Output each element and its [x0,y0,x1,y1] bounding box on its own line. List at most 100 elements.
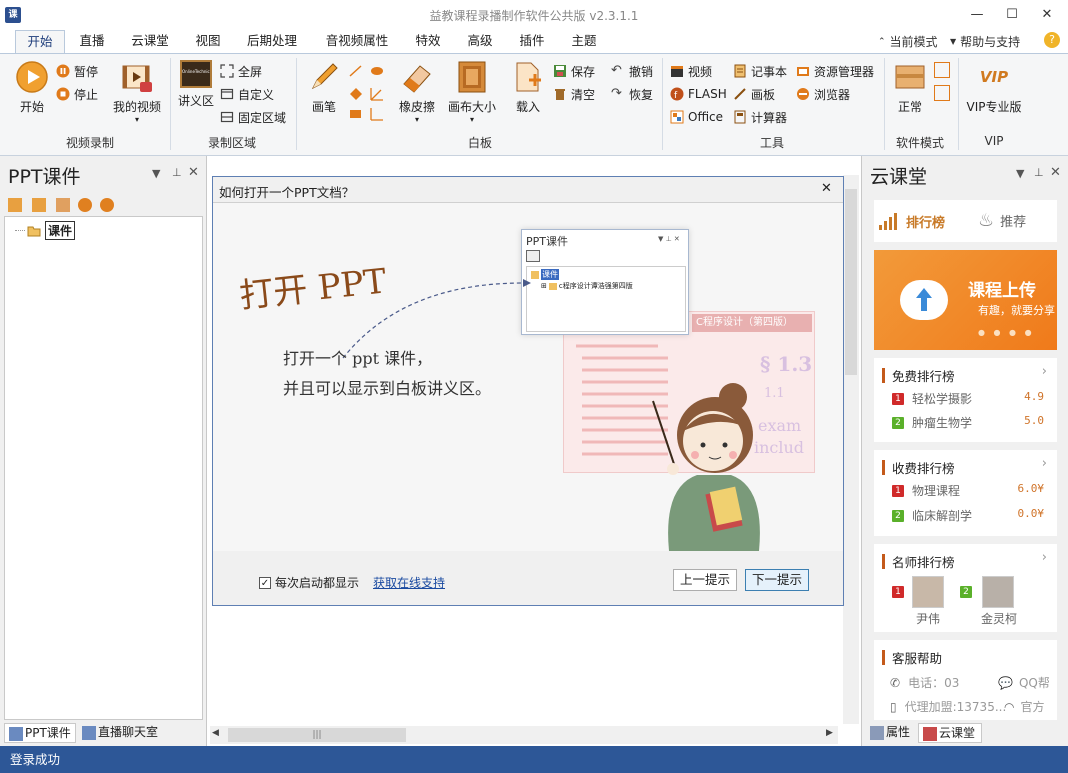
tab-start[interactable]: 开始 [15,30,65,54]
pane-menu-icon[interactable]: ▼ [152,167,160,180]
tab-properties[interactable]: 属性 [866,723,916,743]
dialog-close-icon[interactable]: ✕ [821,181,832,196]
rank-score: 4.9 [1024,390,1044,403]
rank-row[interactable]: 2 肿瘤生物学 5.0 [892,414,1044,430]
pane-menu-icon[interactable]: ▼ [1016,167,1024,180]
save-label: 保存 [571,64,596,79]
prev-tip-button[interactable]: 上一提示 [673,569,737,591]
minimize-button[interactable]: — [960,4,994,26]
fullscreen-button[interactable]: 全屏 [220,62,262,80]
tab-ppt-courseware[interactable]: PPT课件 [4,723,76,743]
tool-calculator-button[interactable]: 计算器 [733,108,787,126]
my-video-button[interactable]: 我的视频 ▾ [110,60,164,124]
tool-explorer-button[interactable]: 资源管理器 [796,62,874,80]
close-button[interactable]: ✕ [1030,4,1064,26]
vip-pro-button[interactable]: VIP VIP专业版 [964,60,1024,115]
save-button[interactable]: 保存 [553,62,595,80]
show-on-startup-checkbox[interactable]: ✓ 每次启动都显示 [259,574,359,591]
close-pane-icon[interactable]: ✕ [1050,165,1061,180]
tree-root-node[interactable]: 课件 [15,221,76,240]
horizontal-scrollbar[interactable]: ◀ ||| ▶ [210,726,838,744]
redo-button[interactable]: ↷ 恢复 [611,85,653,103]
tab-live-chat[interactable]: 直播聊天室 [78,723,166,743]
tool-flash-button[interactable]: f FLASH [670,85,727,103]
tool-browser-button[interactable]: 浏览器 [796,85,850,103]
rank-number: 1 [892,485,904,497]
help-menu[interactable]: ▼ 帮助与支持 [950,33,1020,50]
tab-view[interactable]: 视图 [186,30,230,54]
tab-theme[interactable]: 主题 [564,30,604,54]
current-mode-menu[interactable]: ⌃ 当前模式 [878,33,938,50]
tab-cloud-class[interactable]: 云课堂 [124,30,176,54]
tab-post-processing[interactable]: 后期处理 [240,30,304,54]
pause-button[interactable]: 暂停 [56,62,98,80]
expand-icon[interactable] [934,62,950,78]
mini-root-label: 课件 [541,269,559,280]
service-official[interactable]: ◠ 官方 [1004,698,1045,715]
headset-icon: ◠ [1004,699,1015,714]
chevron-right-icon[interactable]: › [1042,364,1047,379]
help-icon[interactable]: ? [1044,32,1060,48]
avatar [982,576,1014,608]
tool-notepad-button[interactable]: 记事本 [733,62,787,80]
rank-row[interactable]: 1 轻松学摄影 4.9 [892,390,1044,406]
lecture-area-button[interactable]: OnlineTechnical 讲义区 [176,60,216,109]
add-folder-icon[interactable] [56,198,70,212]
load-button[interactable]: 载入 [510,60,546,115]
scroll-left-icon[interactable]: ◀ [212,728,219,738]
stop-button[interactable]: 停止 [56,85,98,103]
rank-row[interactable]: 2 临床解剖学 0.0¥ [892,507,1044,523]
eraser-button[interactable]: 橡皮擦 ▾ [396,60,438,124]
rank-row[interactable]: 1 物理课程 6.0¥ [892,482,1044,498]
chevron-right-icon[interactable]: › [1042,550,1047,565]
clear-button[interactable]: 清空 [553,85,595,103]
vertical-scrollbar[interactable] [843,175,859,724]
undo-button[interactable]: ↶ 撤销 [611,62,653,80]
fixed-area-button[interactable]: 固定区域 [220,108,286,126]
pin-icon[interactable]: ⊥ [1034,166,1044,179]
maximize-button[interactable]: ☐ [995,4,1029,26]
add-file-icon[interactable] [8,198,22,212]
service-qq[interactable]: 💬 QQ帮 [998,674,1050,691]
tool-paint-button[interactable]: 画板 [733,85,775,103]
horizontal-scroll-thumb[interactable]: ||| [228,728,406,742]
tab-live[interactable]: 直播 [70,30,114,54]
add-ppt-icon[interactable] [32,198,46,212]
canvas-size-button[interactable]: 画布大小 ▾ [446,60,498,124]
tab-recommend[interactable]: ♨ 推荐 [978,210,1026,231]
tab-advanced[interactable]: 高级 [460,30,500,54]
close-pane-icon[interactable]: ✕ [188,165,199,180]
next-tip-button[interactable]: 下一提示 [745,569,809,591]
ribbon: 开始 暂停 停止 我的视频 ▾ 视频录制 OnlineTechnical 讲义区… [0,53,1068,156]
fixed-area-label: 固定区域 [238,110,287,125]
window-title: 益教课程录播制作软件公共版 v2.3.1.1 [429,9,639,23]
teacher-item[interactable]: 1 尹伟 [892,576,952,628]
tab-ranking[interactable]: 排行榜 [878,212,945,231]
tab-av-properties[interactable]: 音视频属性 [318,30,396,54]
pen-button[interactable]: 画笔 [304,60,344,115]
online-support-link[interactable]: 获取在线支持 [373,574,445,591]
delete-icon[interactable] [100,198,114,212]
chevron-right-icon[interactable]: › [1042,456,1047,471]
tool-office-button[interactable]: Office [670,108,723,126]
teacher-item[interactable]: 2 金灵柯 [960,576,1030,628]
record-start-button[interactable]: 开始 [12,60,52,115]
banner-pager[interactable]: ● ● ● ● [978,328,1035,337]
pin-icon[interactable]: ⊥ [172,166,182,179]
paid-rank-title: 收费排行榜 [892,461,955,476]
rank-price: 6.0¥ [1017,482,1045,495]
normal-mode-button[interactable]: 正常 [892,60,928,115]
tab-plugins[interactable]: 插件 [512,30,552,54]
tool-video-button[interactable]: 视频 [670,62,712,80]
info-icon[interactable] [78,198,92,212]
record-icon [15,60,49,94]
tab-cloud-class-bottom[interactable]: 云课堂 [918,723,982,743]
tab-effects[interactable]: 特效 [408,30,448,54]
scroll-right-icon[interactable]: ▶ [826,728,833,738]
tool-office-label: Office [688,110,724,124]
custom-area-button[interactable]: 自定义 [220,85,274,103]
vertical-scroll-thumb[interactable] [845,189,857,375]
shape-tools[interactable] [347,62,387,122]
upload-banner[interactable]: 课程上传 有趣，就要分享 ● ● ● ● [874,250,1057,350]
external-icon[interactable] [934,85,950,101]
